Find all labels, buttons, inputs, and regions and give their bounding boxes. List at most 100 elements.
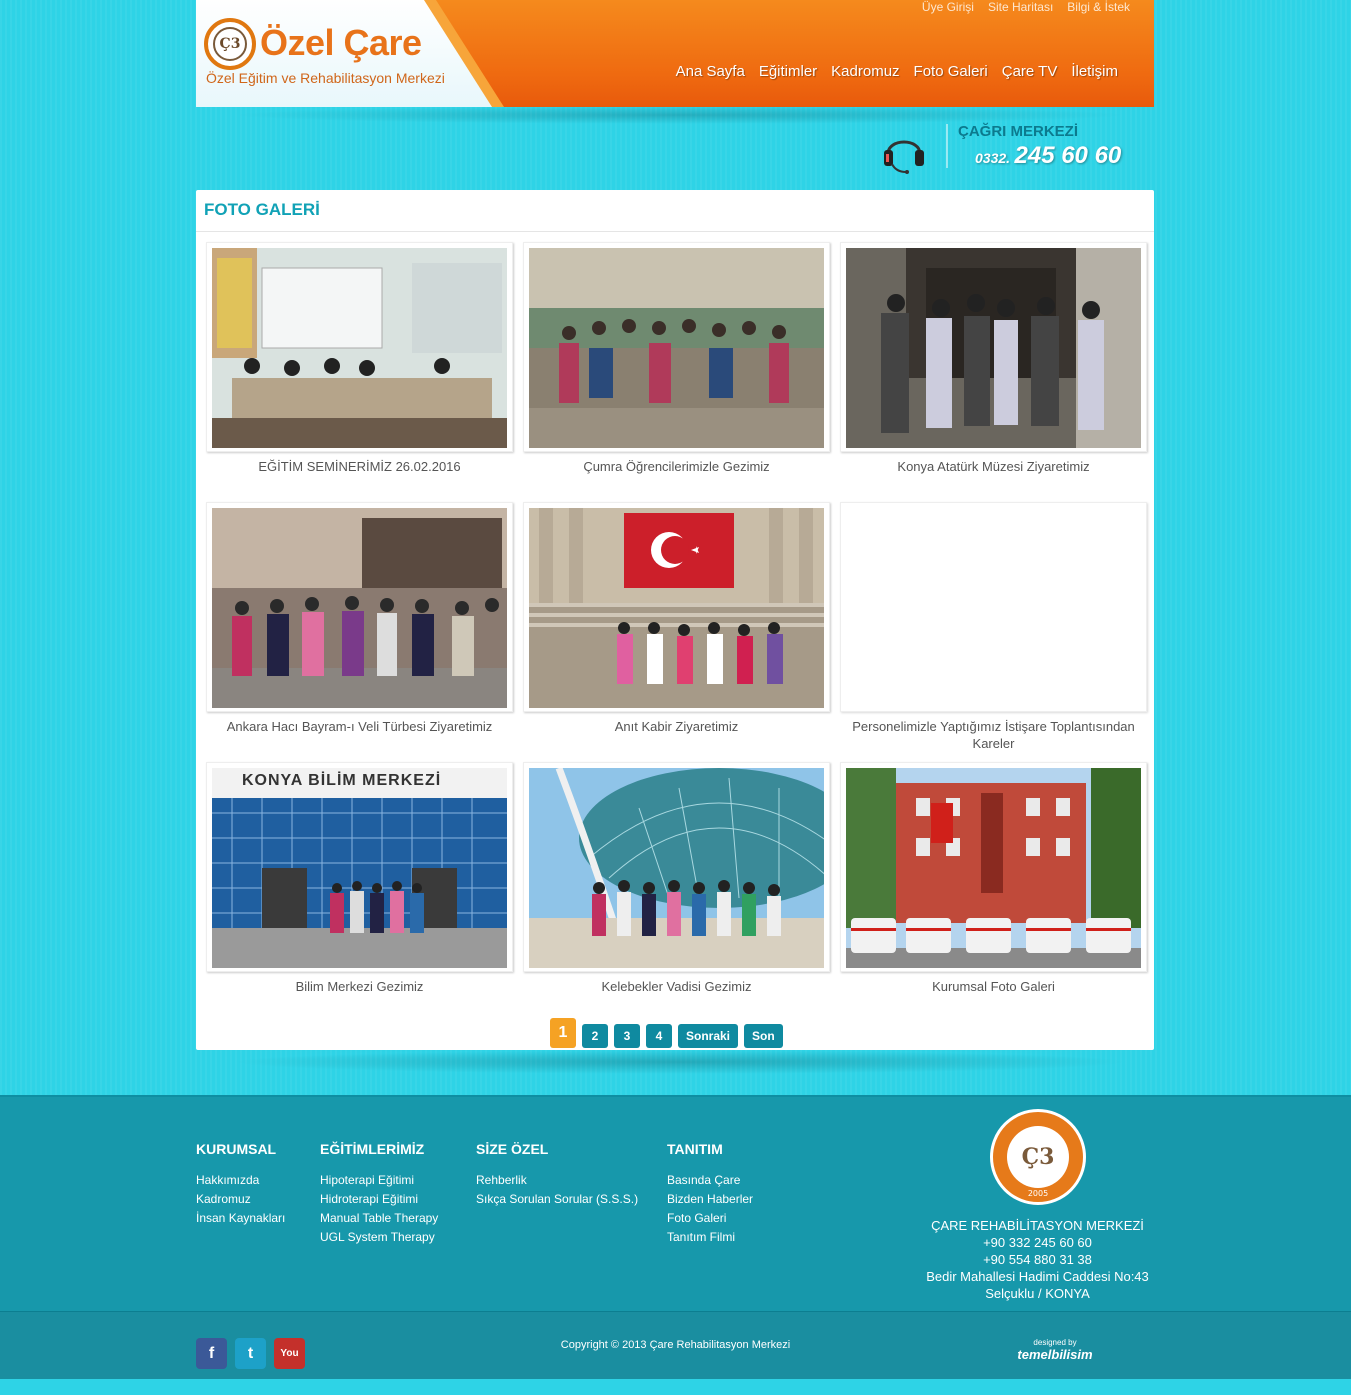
logo-area[interactable]: Ç3 Özel Çare Özel Eğitim ve Rehabilitasy… <box>196 0 496 107</box>
designed-by-label: designed by <box>1033 1338 1077 1347</box>
page-2-button[interactable]: 2 <box>582 1024 608 1048</box>
footer-col-trainings: EĞİTİMLERİMİZ Hipoterapi Eğitimi Hidrote… <box>320 1141 438 1249</box>
logo-mark-glyph: Ç3 <box>213 27 247 61</box>
footer-logo-mark: Ç3 <box>1007 1126 1069 1188</box>
page-4-button[interactable]: 4 <box>646 1024 672 1048</box>
main-nav: Ana Sayfa Eğitimler Kadromuz Foto Galeri… <box>676 63 1118 80</box>
gallery-caption[interactable]: Bilim Merkezi Gezimiz <box>206 978 513 995</box>
address-phone-2: +90 554 880 31 38 <box>983 1252 1092 1267</box>
gallery-thumbnail[interactable] <box>523 242 830 452</box>
footer-link-faq[interactable]: Sıkça Sorulan Sorular (S.S.S.) <box>476 1192 638 1207</box>
panel-shadow <box>230 1050 1130 1074</box>
next-page-button[interactable]: Sonraki <box>678 1024 739 1048</box>
footer-col-corporate: KURUMSAL Hakkımızda Kadromuz İnsan Kayna… <box>196 1141 285 1230</box>
footer-heading: SİZE ÖZEL <box>476 1141 549 1157</box>
address-phone-1: +90 332 245 60 60 <box>983 1235 1092 1250</box>
gallery-item[interactable]: Çumra Öğrencilerimizle Gezimiz <box>523 242 830 475</box>
footer: KURUMSAL Hakkımızda Kadromuz İnsan Kayna… <box>0 1095 1351 1311</box>
top-links: Üye Girişi Site Haritası Bilgi & İstek <box>922 0 1130 14</box>
gallery-thumbnail[interactable]: KONYA BİLİM MERKEZİ <box>206 762 513 972</box>
footer-logo-year: 2005 <box>1027 1189 1049 1198</box>
footer-link-gallery[interactable]: Foto Galeri <box>667 1211 753 1226</box>
call-center: ÇAĞRI MERKEZİ 0332. 245 60 60 <box>880 120 1140 190</box>
gallery-caption[interactable]: Personelimizle Yaptığımız İstişare Topla… <box>840 718 1147 752</box>
footer-link-hippotherapy[interactable]: Hipoterapi Eğitimi <box>320 1173 438 1188</box>
gallery-photo <box>529 768 824 968</box>
gallery-caption[interactable]: Kelebekler Vadisi Gezimiz <box>523 978 830 995</box>
designer-credit[interactable]: designed by temelbilisim <box>1010 1338 1100 1362</box>
gallery-item[interactable]: Konya Atatürk Müzesi Ziyaretimiz <box>840 242 1147 475</box>
headset-icon <box>884 140 924 174</box>
footer-logo: Ç3 2005 <box>990 1109 1086 1205</box>
gallery-panel: FOTO GALERİ EĞİTİM SEMİNERİMİZ 26.02.201… <box>196 190 1154 1050</box>
gallery-item[interactable]: KONYA BİLİM MERKEZİ Bilim Merkezi Gezimiz <box>206 762 513 995</box>
gallery-caption[interactable]: Anıt Kabir Ziyaretimiz <box>523 718 830 735</box>
page-1-button[interactable]: 1 <box>550 1018 576 1048</box>
gallery-item[interactable]: Kelebekler Vadisi Gezimiz <box>523 762 830 995</box>
member-login-link[interactable]: Üye Girişi <box>922 0 974 14</box>
copyright: Copyright © 2013 Çare Rehabilitasyon Mer… <box>560 1339 791 1351</box>
site-map-link[interactable]: Site Haritası <box>988 0 1053 14</box>
footer-link-guidance[interactable]: Rehberlik <box>476 1173 638 1188</box>
gallery-photo <box>846 248 1141 448</box>
gallery-photo: KONYA BİLİM MERKEZİ <box>212 768 507 968</box>
footer-link-press[interactable]: Basında Çare <box>667 1173 753 1188</box>
gallery-item[interactable]: Anıt Kabir Ziyaretimiz <box>523 502 830 735</box>
footer-heading: TANITIM <box>667 1141 723 1157</box>
footer-heading: EĞİTİMLERİMİZ <box>320 1141 425 1157</box>
bottom-strip <box>0 1379 1351 1395</box>
footer-col-promo: TANITIM Basında Çare Bizden Haberler Fot… <box>667 1141 753 1249</box>
last-page-button[interactable]: Son <box>744 1024 783 1048</box>
call-center-phone[interactable]: 0332. 245 60 60 <box>975 142 1121 170</box>
footer-col-special: SİZE ÖZEL Rehberlik Sıkça Sorulan Sorula… <box>476 1141 638 1211</box>
gallery-thumbnail[interactable] <box>523 762 830 972</box>
bottom-bar: f t You Copyright © 2013 Çare Rehabilita… <box>0 1311 1351 1379</box>
gallery-photo <box>212 508 507 708</box>
footer-link-hydrotherapy[interactable]: Hidroterapi Eğitimi <box>320 1192 438 1207</box>
gallery-thumbnail[interactable] <box>840 762 1147 972</box>
gallery-caption[interactable]: EĞİTİM SEMİNERİMİZ 26.02.2016 <box>206 458 513 475</box>
gallery-caption[interactable]: Ankara Hacı Bayram-ı Veli Türbesi Ziyare… <box>206 718 513 735</box>
info-request-link[interactable]: Bilgi & İstek <box>1067 0 1130 14</box>
address-street: Bedir Mahallesi Hadimi Caddesi No:43 <box>926 1269 1149 1284</box>
nav-staff[interactable]: Kadromuz <box>831 63 899 80</box>
footer-link-hr[interactable]: İnsan Kaynakları <box>196 1211 285 1226</box>
gallery-thumbnail[interactable] <box>523 502 830 712</box>
gallery-photo <box>212 248 507 448</box>
gallery-caption[interactable]: Kurumsal Foto Galeri <box>840 978 1147 995</box>
footer-link-news[interactable]: Bizden Haberler <box>667 1192 753 1207</box>
gallery-thumbnail[interactable] <box>206 502 513 712</box>
logo-title: Özel Çare <box>260 22 422 63</box>
nav-home[interactable]: Ana Sayfa <box>676 63 745 80</box>
nav-care-tv[interactable]: Çare TV <box>1002 63 1058 80</box>
gallery-item[interactable]: Ankara Hacı Bayram-ı Veli Türbesi Ziyare… <box>206 502 513 735</box>
gallery-item[interactable]: Personelimizle Yaptığımız İstişare Topla… <box>840 502 1147 752</box>
gallery-thumbnail[interactable] <box>206 242 513 452</box>
gallery-item[interactable]: EĞİTİM SEMİNERİMİZ 26.02.2016 <box>206 242 513 475</box>
gallery-thumbnail[interactable] <box>840 242 1147 452</box>
phone-number: 245 60 60 <box>1014 142 1122 169</box>
footer-link-staff[interactable]: Kadromuz <box>196 1192 285 1207</box>
footer-link-manual-table[interactable]: Manual Table Therapy <box>320 1211 438 1226</box>
footer-heading: KURUMSAL <box>196 1141 277 1157</box>
address-city: Selçuklu / KONYA <box>985 1286 1090 1301</box>
gallery-photo <box>529 508 824 708</box>
nav-photo-gallery[interactable]: Foto Galeri <box>914 63 988 80</box>
gallery-thumbnail[interactable] <box>840 502 1147 712</box>
gallery-photo <box>846 768 1141 968</box>
nav-trainings[interactable]: Eğitimler <box>759 63 817 80</box>
nav-contact[interactable]: İletişim <box>1071 63 1118 80</box>
call-center-label: ÇAĞRI MERKEZİ <box>958 123 1078 140</box>
page-title: FOTO GALERİ <box>196 190 1154 232</box>
gallery-photo <box>529 248 824 448</box>
address-name: ÇARE REHABİLİTASYON MERKEZİ <box>931 1218 1144 1233</box>
footer-link-promo-film[interactable]: Tanıtım Filmi <box>667 1230 753 1245</box>
site-header: Ç3 Özel Çare Özel Eğitim ve Rehabilitasy… <box>196 0 1154 107</box>
phone-prefix: 0332. <box>975 150 1011 166</box>
footer-link-ugl[interactable]: UGL System Therapy <box>320 1230 438 1245</box>
gallery-item[interactable]: Kurumsal Foto Galeri <box>840 762 1147 995</box>
footer-link-about[interactable]: Hakkımızda <box>196 1173 285 1188</box>
page-3-button[interactable]: 3 <box>614 1024 640 1048</box>
gallery-caption[interactable]: Çumra Öğrencilerimizle Gezimiz <box>523 458 830 475</box>
gallery-caption[interactable]: Konya Atatürk Müzesi Ziyaretimiz <box>840 458 1147 475</box>
